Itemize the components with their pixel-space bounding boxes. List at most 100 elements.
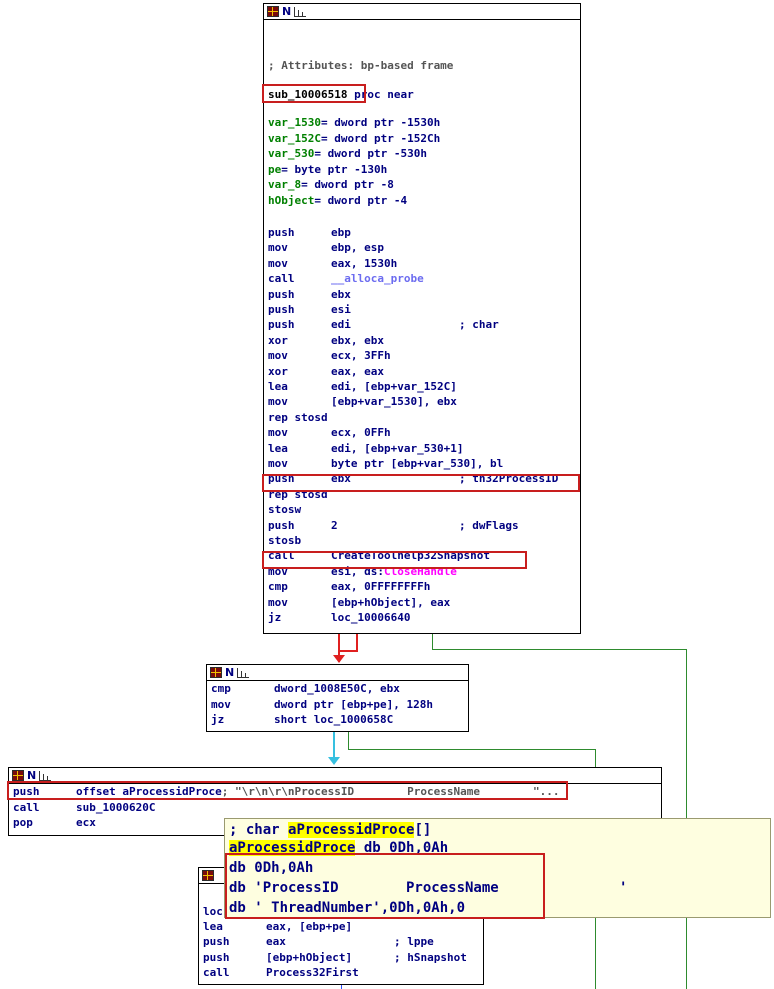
- code-line[interactable]: push eax ; lppe: [203, 935, 434, 948]
- mnemonic: xor: [268, 364, 288, 378]
- mnemonic: jz: [268, 611, 282, 624]
- mnemonic: push: [268, 518, 295, 532]
- mnemonic: mov: [268, 349, 288, 363]
- popup-name-highlight: aProcessidProce: [288, 822, 415, 838]
- operands: eax, eax: [331, 364, 384, 378]
- code-line[interactable]: call sub_1000620C: [13, 801, 155, 814]
- mnemonic: call: [268, 272, 295, 286]
- code-line[interactable]: mov ecx, 0FFh: [268, 426, 459, 439]
- operands: ecx, 0FFh: [331, 426, 391, 440]
- code-line[interactable]: push 2 ; dwFlags: [268, 519, 519, 532]
- grid-icon[interactable]: [12, 770, 24, 781]
- code-line[interactable]: mov ecx, 3FFh: [268, 349, 459, 362]
- code-line[interactable]: jz loc_10006640: [268, 611, 459, 624]
- code-line[interactable]: call __alloca_probe: [268, 272, 459, 285]
- node-header: N: [207, 665, 468, 681]
- var-name[interactable]: hObject: [268, 194, 314, 207]
- comment: ; char: [459, 318, 499, 332]
- code-line[interactable]: lea edi, [ebp+var_152C]: [268, 380, 459, 393]
- code-line[interactable]: push esi: [268, 303, 459, 316]
- var-definition: hObject= dword ptr -4: [268, 194, 407, 207]
- operands: Process32First: [266, 965, 359, 979]
- code-line[interactable]: rep stosd: [268, 411, 459, 424]
- operands: eax, 0FFFFFFFFh: [331, 580, 431, 594]
- var-definition: pe= byte ptr -130h: [268, 163, 387, 176]
- n-icon[interactable]: N: [27, 770, 36, 781]
- var-name[interactable]: var_530: [268, 147, 314, 160]
- operands: ebx, ebx: [331, 333, 384, 347]
- var-name[interactable]: var_152C: [268, 132, 321, 145]
- code-line[interactable]: lea eax, [ebp+pe]: [203, 920, 394, 933]
- mnemonic: mov: [268, 595, 288, 609]
- var-definition: var_152C= dword ptr -152Ch: [268, 132, 440, 145]
- code-line[interactable]: mov eax, 1530h: [268, 257, 459, 270]
- code-line[interactable]: push edi ; char: [268, 318, 499, 331]
- graph-icon[interactable]: [294, 6, 307, 17]
- edge-jz-h: [348, 749, 596, 750]
- node-header: N: [264, 4, 580, 20]
- edge-true-v1: [432, 634, 433, 650]
- graph-icon[interactable]: [237, 667, 250, 678]
- var-name[interactable]: pe: [268, 163, 281, 176]
- code-line[interactable]: call Process32First: [203, 966, 394, 979]
- edge-jz-v1: [348, 732, 349, 750]
- mnemonic: push: [268, 318, 295, 332]
- code-line[interactable]: xor eax, eax: [268, 365, 459, 378]
- var-def: = dword ptr -530h: [314, 147, 427, 160]
- var-def: = dword ptr -8: [301, 178, 394, 191]
- popup-line-1: ; char aProcessidProce[]: [229, 822, 432, 838]
- code-line[interactable]: cmp eax, 0FFFFFFFFh: [268, 580, 459, 593]
- var-def: = dword ptr -1530h: [320, 116, 441, 129]
- comment: ; dwFlags: [459, 518, 519, 532]
- code-line[interactable]: mov [ebp+var_1530], ebx: [268, 395, 459, 408]
- mnemonic: pop: [13, 816, 33, 829]
- code-line[interactable]: mov byte ptr [ebp+var_530], bl: [268, 457, 503, 470]
- code-line[interactable]: push ebx: [268, 288, 459, 301]
- code-line[interactable]: cmp dword_1008E50C, ebx: [211, 682, 400, 695]
- operands: short loc_1000658C: [274, 713, 394, 726]
- code-line[interactable]: mov dword ptr [ebp+pe], 128h: [211, 698, 433, 711]
- comment: ; hSnapshot: [394, 950, 467, 964]
- code-line[interactable]: mov [ebp+hObject], eax: [268, 596, 459, 609]
- mnemonic: lea: [268, 380, 288, 393]
- mnemonic: call: [13, 800, 40, 814]
- code-line[interactable]: jz short loc_1000658C: [211, 713, 393, 726]
- n-icon[interactable]: N: [282, 6, 291, 17]
- edge-jz-v2: [595, 749, 596, 769]
- operands: ebp, esp: [331, 241, 384, 255]
- var-definition: var_530= dword ptr -530h: [268, 147, 427, 160]
- popup-line-4-quote: ': [619, 880, 628, 896]
- code-line[interactable]: push [ebp+hObject] ; hSnapshot: [203, 951, 467, 964]
- mnemonic: mov: [268, 426, 288, 440]
- code-line[interactable]: lea edi, [ebp+var_530+1]: [268, 441, 463, 455]
- edge-true-h: [432, 649, 687, 650]
- code-line[interactable]: xor ebx, ebx: [268, 334, 459, 347]
- n-icon[interactable]: N: [225, 667, 234, 678]
- grid-icon[interactable]: [202, 870, 214, 881]
- edge-next-arrow: [328, 757, 340, 765]
- code-line[interactable]: pop ecx: [13, 816, 96, 829]
- mnemonic: lea: [203, 920, 223, 933]
- code-line[interactable]: push ebp: [268, 226, 459, 239]
- code-line[interactable]: stosw: [268, 503, 459, 516]
- highlight-proc-name: [262, 84, 366, 103]
- graph-icon[interactable]: [39, 770, 52, 781]
- var-name[interactable]: var_8: [268, 178, 301, 191]
- code-line[interactable]: stosb: [268, 534, 459, 547]
- mnemonic: lea: [268, 441, 288, 455]
- operands: esi: [331, 303, 351, 316]
- operands: 2: [331, 518, 338, 532]
- mnemonic: mov: [268, 457, 288, 470]
- operands: [ebp+hObject], eax: [331, 595, 451, 609]
- edge-next-v: [333, 732, 335, 758]
- mnemonic: push: [268, 303, 295, 316]
- var-name[interactable]: var_1530: [268, 116, 321, 129]
- graph-node-check-flag[interactable]: N cmp dword_1008E50C, ebx mov dword ptr [eb…: [206, 664, 469, 732]
- grid-icon[interactable]: [267, 6, 279, 17]
- mnemonic: mov: [268, 256, 288, 270]
- operands: __alloca_probe: [331, 272, 424, 286]
- grid-icon[interactable]: [210, 667, 222, 678]
- var-def: = dword ptr -152Ch: [320, 131, 441, 145]
- highlight-push-ebx: [262, 474, 580, 492]
- code-line[interactable]: mov ebp, esp: [268, 241, 459, 254]
